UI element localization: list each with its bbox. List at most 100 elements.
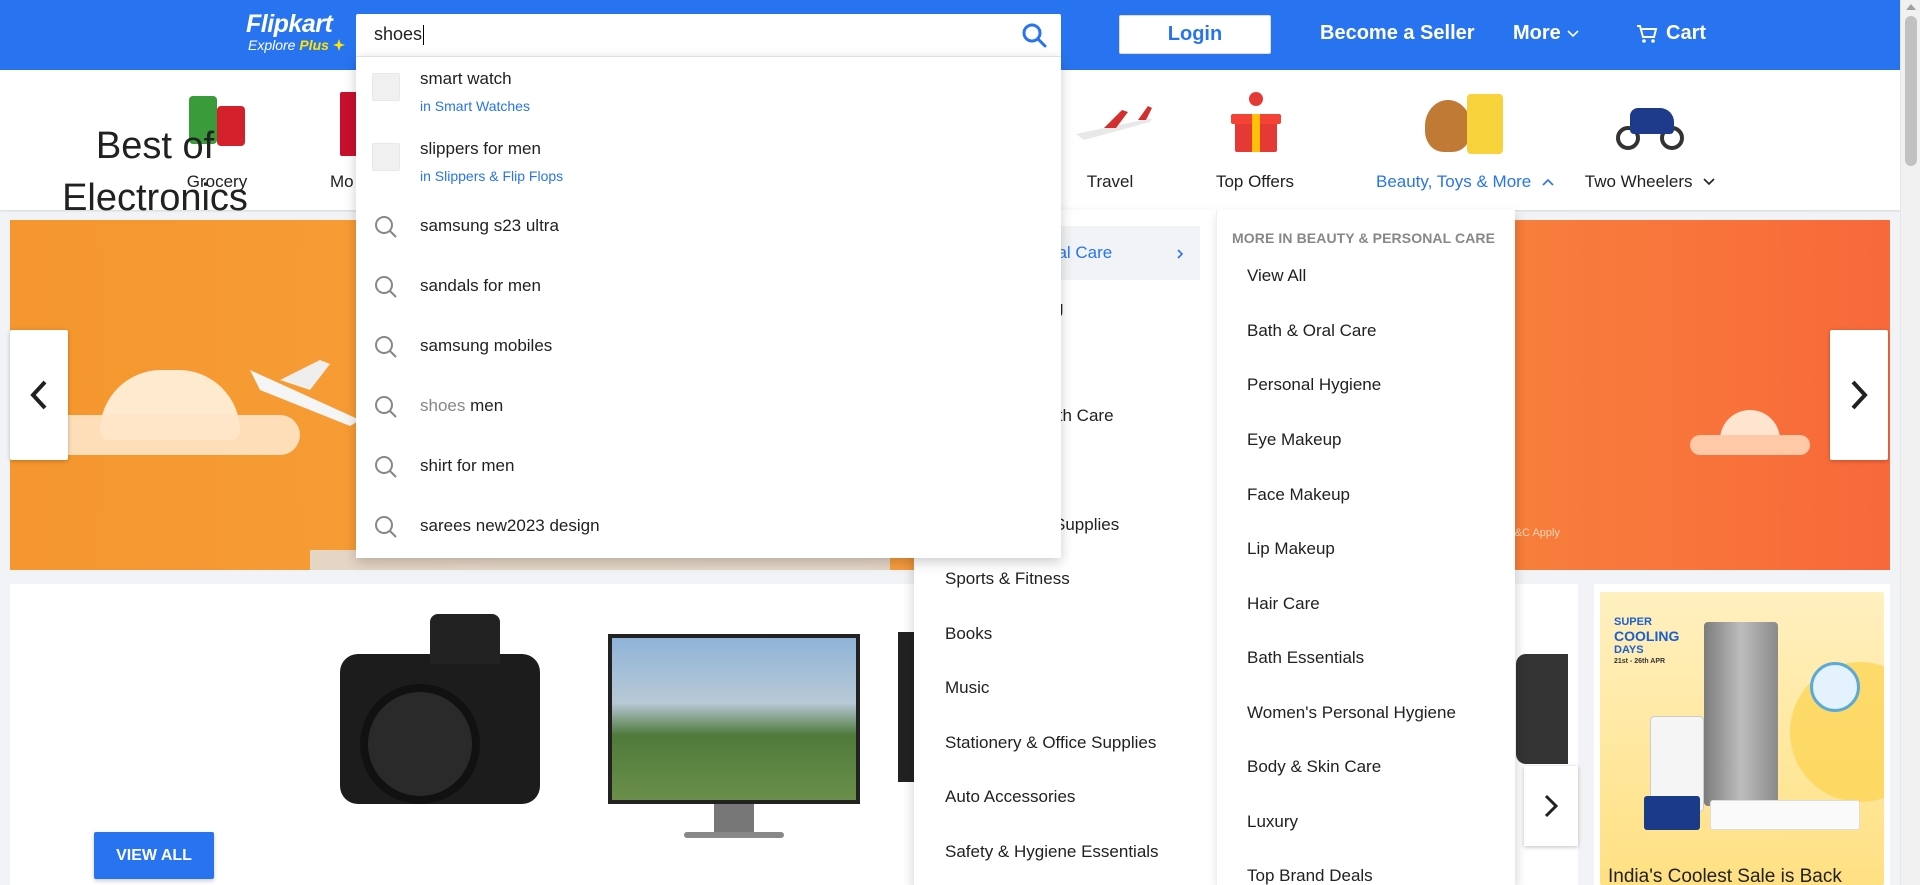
view-all-button[interactable]: VIEW ALL	[94, 832, 214, 879]
chevron-left-icon	[30, 380, 47, 410]
suggestion-text: sarees new2023 design	[420, 516, 600, 535]
login-button[interactable]: Login	[1119, 15, 1271, 54]
cart-label: Cart	[1666, 22, 1707, 44]
search-icon	[375, 336, 397, 358]
suggestion-text: shoes men	[420, 396, 503, 416]
chevron-right-icon	[1177, 249, 1184, 259]
title-line-1: Best of	[95, 125, 215, 167]
chevron-down-icon	[1703, 178, 1715, 186]
monitor-image[interactable]	[608, 634, 868, 854]
flyout-item[interactable]: Safety & Hygiene Essentials	[945, 842, 1159, 862]
promo-card[interactable]: SUPER COOLING DAYS 21st - 26th APR	[1594, 584, 1890, 885]
suggestion-text: slippers for men	[420, 139, 541, 158]
flyout-sub-item[interactable]: Lip Makeup	[1247, 539, 1335, 559]
flyout-sub-item[interactable]: Eye Makeup	[1247, 430, 1342, 450]
logo-text: Flipkart	[246, 10, 333, 38]
suggestion-item[interactable]: shirt for men	[356, 437, 1061, 497]
category-label: Two Wheelers	[1570, 172, 1730, 192]
terms-text: T&C Apply	[1508, 527, 1560, 539]
flyout-sub-item[interactable]: Luxury	[1247, 812, 1298, 832]
logo-tagline: Explore Plus	[248, 37, 345, 53]
beauty-toys-image	[1423, 88, 1507, 160]
suggestion-category: in Slippers & Flip Flops	[420, 168, 564, 184]
flyout-sub-item[interactable]: Bath Essentials	[1247, 648, 1364, 668]
suggestion-item[interactable]: smart watch in Smart Watches	[356, 57, 1061, 117]
suggestion-typed-prefix: shoes	[420, 396, 466, 415]
flyout-sub-item[interactable]: View All	[1247, 266, 1306, 286]
category-label-text: Beauty, Toys & More	[1375, 172, 1532, 191]
cart-icon	[1637, 24, 1658, 43]
banner-next-button[interactable]	[1830, 330, 1888, 460]
page-scrollbar[interactable]	[1900, 0, 1920, 885]
suggestion-completion: men	[470, 396, 504, 415]
product-image-partial[interactable]	[1516, 654, 1568, 764]
text-caret	[423, 25, 425, 46]
flyout-sub-item[interactable]: Women's Personal Hygiene	[1247, 703, 1456, 723]
suggestion-item[interactable]: samsung mobiles	[356, 317, 1061, 377]
best-of-electronics-title: Best of Electronics	[50, 120, 260, 224]
chevron-down-icon	[1567, 29, 1579, 37]
flyout-heading: MORE IN BEAUTY & PERSONAL CARE	[1232, 230, 1496, 246]
flyout-sub-item[interactable]: Personal Hygiene	[1247, 375, 1381, 395]
logo-tagline-plus: Plus	[299, 37, 329, 53]
flyout-item[interactable]: Books	[945, 624, 992, 644]
camera-image[interactable]	[320, 614, 570, 854]
promo-line-3: DAYS	[1614, 644, 1644, 656]
category-label-text: Two Wheelers	[1584, 172, 1693, 191]
flyout-item[interactable]: Auto Accessories	[945, 787, 1075, 807]
suggestion-item[interactable]: sandals for men	[356, 257, 1061, 317]
scrollbar-thumb[interactable]	[1905, 16, 1917, 166]
search-icon	[375, 216, 397, 238]
category-two-wheelers[interactable]: Two Wheelers	[1570, 88, 1730, 192]
electronics-next-button[interactable]	[1524, 766, 1578, 846]
category-top-offers[interactable]: Top Offers	[1170, 88, 1340, 192]
travel-image	[1074, 88, 1152, 160]
flyout-item[interactable]: Sports & Fitness	[945, 569, 1070, 589]
cloud-shape	[1690, 435, 1810, 455]
search-icon[interactable]	[1021, 22, 1047, 48]
promo-caption: India's Coolest Sale is Back	[1608, 866, 1842, 885]
scroll-up-arrow[interactable]	[1906, 4, 1916, 10]
become-seller-link[interactable]: Become a Seller	[1320, 22, 1475, 45]
top-offers-image	[1219, 88, 1291, 160]
banner-prev-button[interactable]	[10, 330, 68, 460]
more-label: More	[1513, 22, 1561, 44]
product-thumbnail	[372, 73, 400, 101]
suggestion-item[interactable]: samsung s23 ultra	[356, 197, 1061, 257]
flipkart-logo[interactable]: Flipkart Explore Plus	[246, 11, 345, 53]
flyout-item[interactable]: Supplies	[1054, 515, 1119, 535]
search-icon	[375, 276, 397, 298]
flyout-item[interactable]: Stationery & Office Supplies	[945, 733, 1156, 753]
search-input[interactable]: shoes	[374, 24, 425, 46]
flyout-sub-item[interactable]: Bath & Oral Care	[1247, 321, 1376, 341]
title-line-2: Electronics	[62, 177, 248, 219]
category-mobiles[interactable]: Mo	[270, 88, 370, 192]
suggestion-item[interactable]: slippers for men in Slippers & Flip Flop…	[356, 127, 1061, 187]
plus-star-icon	[332, 39, 345, 51]
search-input-value: shoes	[374, 24, 423, 44]
suggestion-category: in Smart Watches	[420, 98, 530, 114]
chevron-right-icon	[1851, 380, 1868, 410]
chevron-right-icon	[1544, 794, 1558, 818]
promo-image: SUPER COOLING DAYS 21st - 26th APR	[1600, 592, 1884, 885]
flyout-sub-item[interactable]: Face Makeup	[1247, 485, 1350, 505]
flyout-sub-item[interactable]: Hair Care	[1247, 594, 1320, 614]
suggestion-item[interactable]: shoes men	[356, 377, 1061, 437]
more-menu[interactable]: More	[1513, 22, 1579, 45]
promo-dates: 21st - 26th APR	[1614, 658, 1666, 665]
search-suggestions: smart watch in Smart Watches slippers fo…	[356, 56, 1061, 558]
flyout-item[interactable]: Music	[945, 678, 989, 698]
flyout-item[interactable]: lth Care	[1054, 406, 1114, 426]
flyout-sub-item[interactable]: Body & Skin Care	[1247, 757, 1381, 777]
category-beauty-toys[interactable]: Beauty, Toys & More	[1350, 88, 1580, 192]
flyout-sub-item[interactable]: Top Brand Deals	[1247, 866, 1373, 885]
cart-link[interactable]: Cart	[1636, 22, 1706, 45]
suggestion-item[interactable]: sarees new2023 design	[356, 497, 1061, 557]
suggestion-text: samsung s23 ultra	[420, 216, 559, 235]
flyout-sub-list: MORE IN BEAUTY & PERSONAL CARE View All …	[1216, 210, 1515, 885]
logo-tagline-explore: Explore	[248, 37, 296, 53]
search-box[interactable]: shoes	[356, 14, 1061, 56]
airplane-image	[250, 360, 360, 426]
chevron-up-icon	[1542, 178, 1554, 186]
category-label: Beauty, Toys & More	[1350, 172, 1580, 192]
